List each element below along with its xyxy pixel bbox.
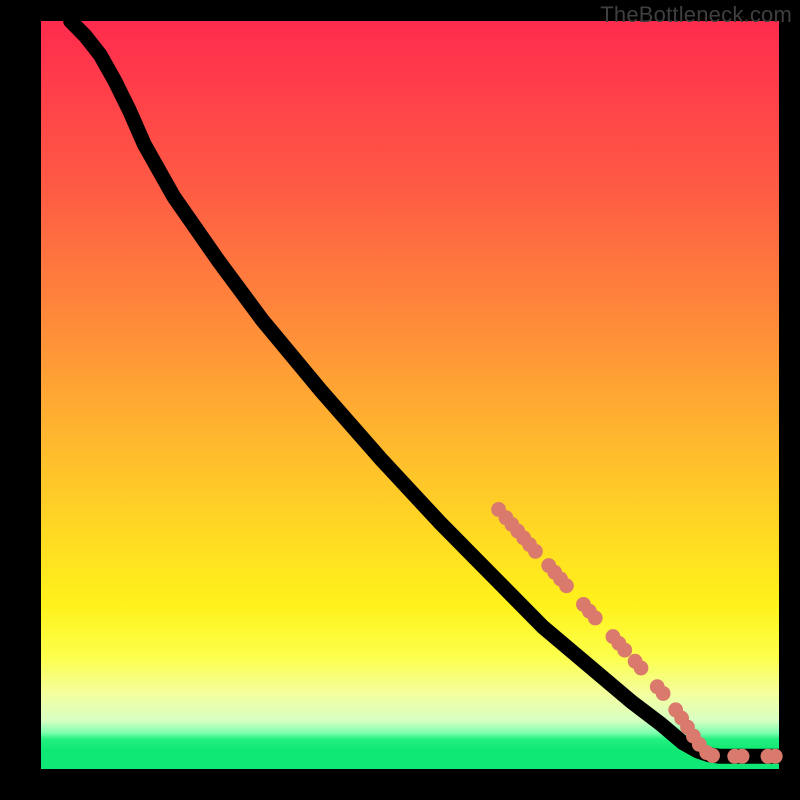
data-marker	[705, 748, 720, 763]
data-marker	[735, 749, 750, 764]
chart-svg	[41, 21, 779, 769]
bottleneck-curve	[71, 21, 779, 756]
data-marker	[588, 610, 603, 625]
chart-frame: TheBottleneck.com	[0, 0, 800, 800]
data-marker	[768, 749, 783, 764]
data-marker	[656, 686, 671, 701]
plot-area	[41, 21, 779, 769]
data-marker	[528, 544, 543, 559]
data-marker	[634, 661, 649, 676]
data-marker	[617, 643, 632, 658]
marker-group	[491, 502, 783, 764]
data-marker	[559, 578, 574, 593]
watermark-text: TheBottleneck.com	[600, 2, 792, 28]
